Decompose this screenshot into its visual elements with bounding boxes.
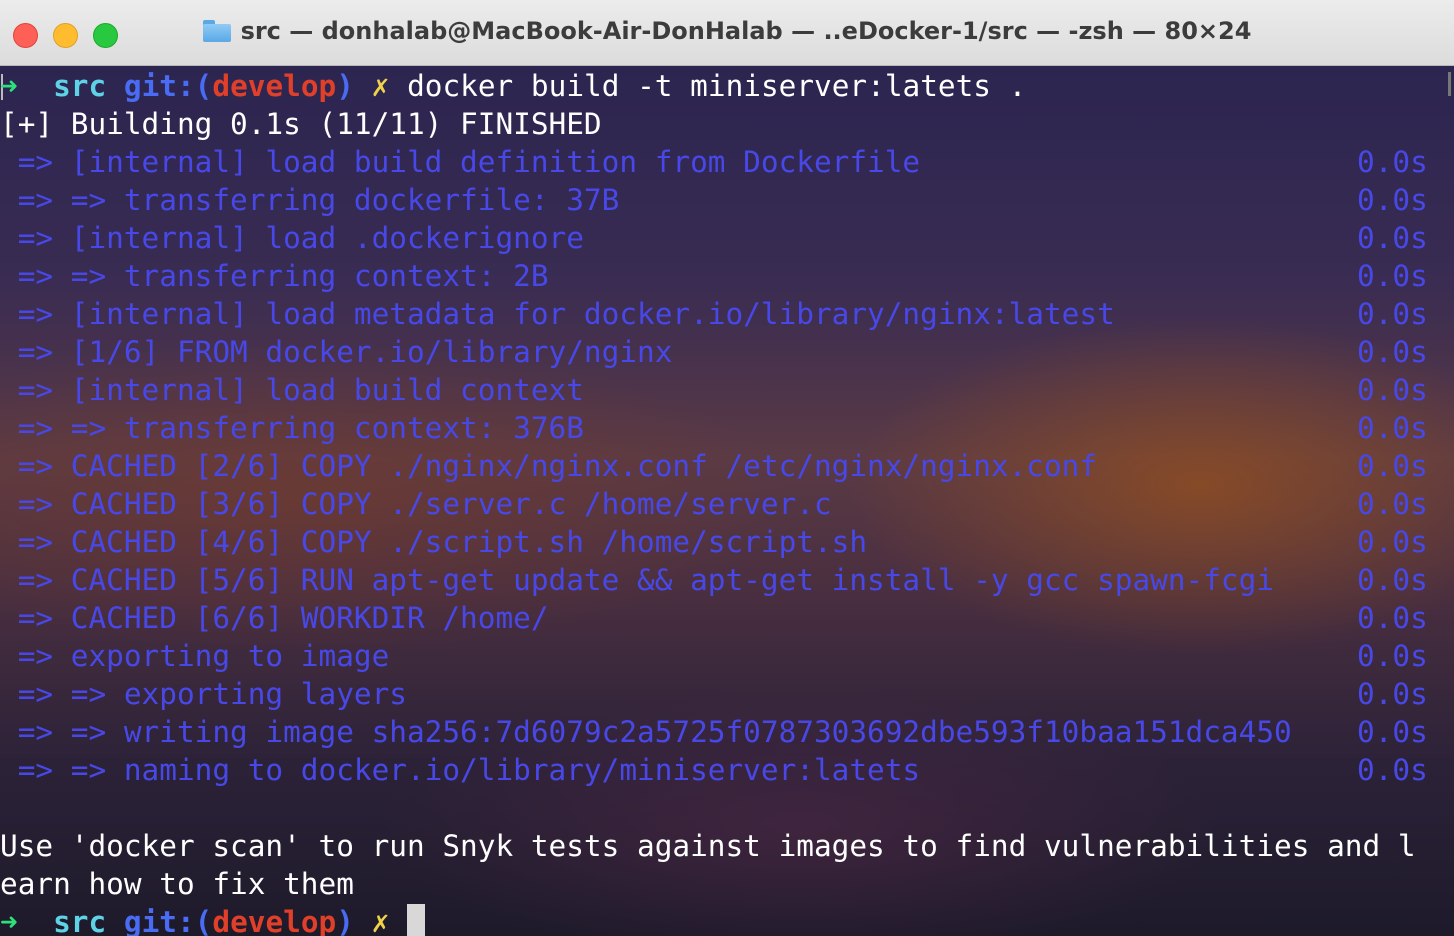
git-label-close: ) <box>336 69 354 103</box>
build-step-duration: 0.0s <box>1357 259 1428 293</box>
build-step-duration: 0.0s <box>1357 411 1428 445</box>
build-step-line: => => naming to docker.io/library/minise… <box>0 751 1428 789</box>
git-branch: develop <box>212 69 337 103</box>
window-title: src — donhalab@MacBook-Air-DonHalab — ..… <box>240 17 1252 45</box>
build-step-text: => => exporting layers <box>0 677 407 711</box>
build-step-line: => CACHED [3/6] COPY ./server.c /home/se… <box>0 485 1428 523</box>
build-step-line: => => writing image sha256:7d6079c2a5725… <box>0 713 1428 751</box>
build-step-duration: 0.0s <box>1357 753 1428 787</box>
build-step-text: => [internal] load build context <box>0 373 584 407</box>
build-step-duration: 0.0s <box>1357 297 1428 331</box>
build-step-text: => => transferring dockerfile: 37B <box>0 183 620 217</box>
scan-message-line-2: earn how to fix them <box>0 867 354 901</box>
build-step-text: => CACHED [3/6] COPY ./server.c /home/se… <box>0 487 832 521</box>
git-branch: develop <box>212 905 337 936</box>
text-cursor <box>407 904 426 936</box>
build-step-text: => CACHED [4/6] COPY ./script.sh /home/s… <box>0 525 868 559</box>
build-step-line: => => transferring dockerfile: 37B 0.0s <box>0 181 1428 219</box>
build-step-text: => [internal] load .dockerignore <box>0 221 584 255</box>
build-step-line: => => transferring context: 2B 0.0s <box>0 257 1428 295</box>
build-step-line: => [1/6] FROM docker.io/library/nginx 0.0… <box>0 333 1428 371</box>
build-step-line: => exporting to image 0.0s <box>0 637 1428 675</box>
build-step-text: => CACHED [5/6] RUN apt-get update && ap… <box>0 563 1275 597</box>
build-step-duration: 0.0s <box>1357 677 1428 711</box>
build-step-line: => CACHED [2/6] COPY ./nginx/nginx.conf … <box>0 447 1428 485</box>
scan-message-line-1: Use 'docker scan' to run Snyk tests agai… <box>0 829 1416 863</box>
build-step-duration: 0.0s <box>1357 715 1428 749</box>
prompt-directory: src <box>53 69 107 103</box>
build-step-duration: 0.0s <box>1357 373 1428 407</box>
build-step-line: => [internal] load build context 0.0s <box>0 371 1428 409</box>
build-step-duration: 0.0s <box>1357 525 1428 559</box>
build-header: [+] Building 0.1s (11/11) FINISHED <box>0 107 602 141</box>
prompt-arrow-icon: ➜ <box>0 69 18 103</box>
git-label: git:( <box>123 69 213 103</box>
build-step-line: => => exporting layers 0.0s <box>0 675 1428 713</box>
build-step-text: => [internal] load metadata for docker.i… <box>0 297 1115 331</box>
build-step-line: => => transferring context: 376B 0.0s <box>0 409 1428 447</box>
build-step-line: => CACHED [5/6] RUN apt-get update && ap… <box>0 561 1428 599</box>
build-step-text: => => transferring context: 376B <box>0 411 584 445</box>
build-step-duration: 0.0s <box>1357 335 1428 369</box>
build-step-text: => => naming to docker.io/library/minise… <box>0 753 921 787</box>
build-step-text: => => transferring context: 2B <box>0 259 549 293</box>
window-title-area: src — donhalab@MacBook-Air-DonHalab — ..… <box>0 17 1454 45</box>
build-step-duration: 0.0s <box>1357 449 1428 483</box>
command-line: ➜ src git:(develop) ✗ docker build -t mi… <box>0 67 1026 105</box>
build-step-text: => CACHED [2/6] COPY ./nginx/nginx.conf … <box>0 449 1098 483</box>
build-step-line: => [internal] load .dockerignore 0.0s <box>0 219 1428 257</box>
git-label: git:( <box>123 905 213 936</box>
build-step-duration: 0.0s <box>1357 563 1428 597</box>
scrollbar[interactable] <box>1448 72 1451 96</box>
build-step-duration: 0.0s <box>1357 183 1428 217</box>
build-step-line: => CACHED [6/6] WORKDIR /home/0.0s <box>0 599 1428 637</box>
build-step-text: => exporting to image <box>0 639 390 673</box>
prompt-arrow-icon: ➜ <box>0 905 18 936</box>
dirty-mark-icon: ✗ <box>371 905 390 936</box>
build-step-text: => [1/6] FROM docker.io/library/nginx <box>0 335 673 369</box>
terminal-output[interactable]: ➜ src git:(develop) ✗ docker build -t mi… <box>0 66 1454 936</box>
prompt-line[interactable]: ➜ src git:(develop) ✗ <box>0 903 426 936</box>
terminal-window: src — donhalab@MacBook-Air-DonHalab — ..… <box>0 0 1454 936</box>
build-step-line: => [internal] load metadata for docker.i… <box>0 295 1428 333</box>
prompt-directory: src <box>53 905 107 936</box>
dirty-mark-icon: ✗ <box>371 69 390 103</box>
build-step-line: => CACHED [4/6] COPY ./script.sh /home/s… <box>0 523 1428 561</box>
build-step-text: => [internal] load build definition from… <box>0 145 921 179</box>
git-label-close: ) <box>336 905 354 936</box>
build-step-line: => [internal] load build definition from… <box>0 143 1428 181</box>
folder-icon <box>202 20 231 42</box>
build-step-duration: 0.0s <box>1357 487 1428 521</box>
build-step-duration: 0.0s <box>1357 221 1428 255</box>
build-step-text: => CACHED [6/6] WORKDIR /home/ <box>0 601 549 635</box>
build-step-duration: 0.0s <box>1357 639 1428 673</box>
build-step-duration: 0.0s <box>1357 145 1428 179</box>
command-text: docker build -t miniserver:latets . <box>407 69 1027 103</box>
title-bar[interactable]: src — donhalab@MacBook-Air-DonHalab — ..… <box>0 0 1454 66</box>
build-step-duration: 0.0s <box>1357 601 1428 635</box>
build-step-text: => => writing image sha256:7d6079c2a5725… <box>0 715 1292 749</box>
